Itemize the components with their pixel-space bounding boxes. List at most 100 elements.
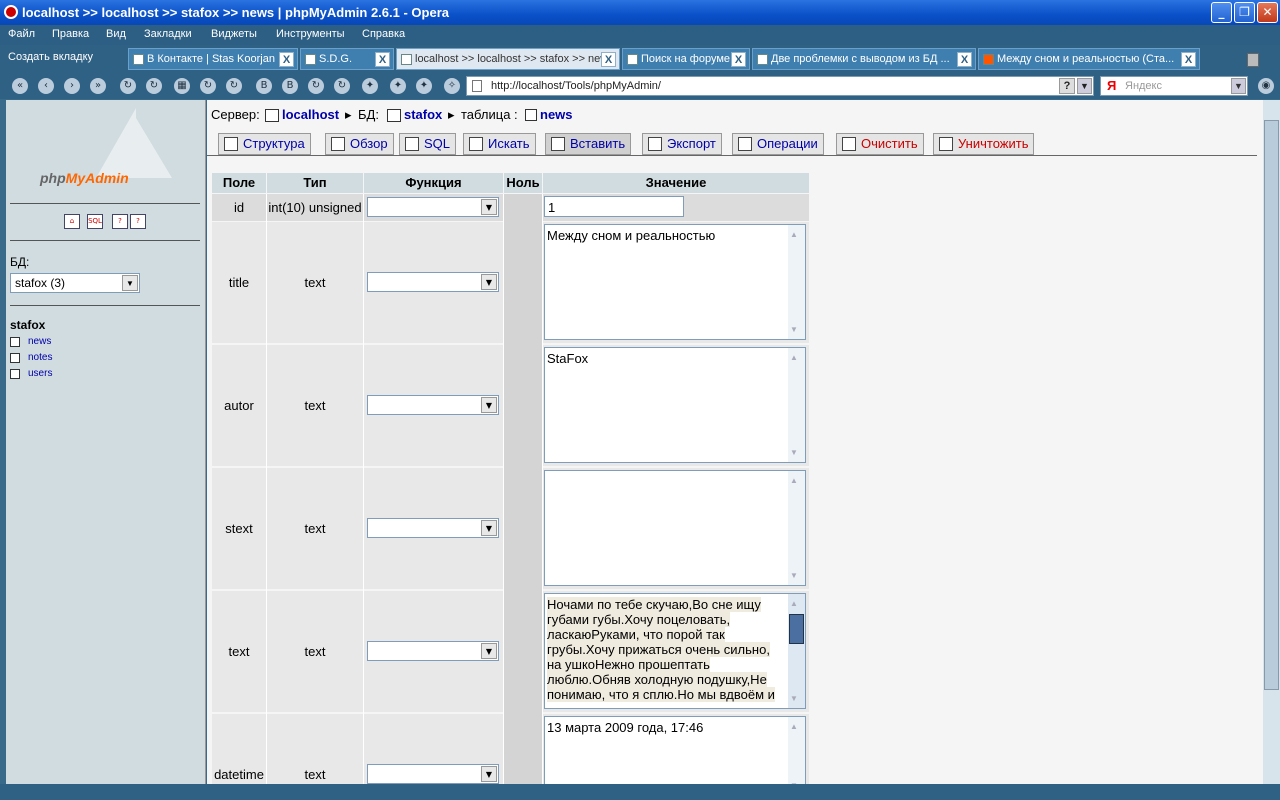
tab-problems[interactable]: Две проблемки с выводом из БД ... X <box>752 48 976 70</box>
chevron-down-icon[interactable]: ▼ <box>1231 78 1246 94</box>
back-icon[interactable]: ‹ <box>38 78 54 94</box>
chevron-down-icon[interactable]: ▼ <box>481 397 497 413</box>
textarea-scrollbar[interactable] <box>788 594 805 708</box>
tab-empty[interactable]: Очистить <box>836 133 924 155</box>
function-select-id[interactable]: ▼ <box>367 197 499 217</box>
textarea-scrollbar[interactable] <box>788 471 805 585</box>
breadcrumb-table[interactable]: news <box>540 107 573 122</box>
forward-icon[interactable]: › <box>64 78 80 94</box>
menu-widgets[interactable]: Виджеты <box>211 28 257 40</box>
scrollbar-thumb[interactable] <box>1264 120 1279 690</box>
chevron-down-icon[interactable]: ▼ <box>481 274 497 290</box>
chevron-down-icon[interactable]: ▼ <box>481 766 497 782</box>
help-icon[interactable]: ? <box>1059 78 1075 94</box>
help-icon[interactable]: ? <box>112 214 128 229</box>
chevron-down-icon[interactable]: ▼ <box>122 275 138 291</box>
menu-tools[interactable]: Инструменты <box>276 28 345 40</box>
page-scrollbar[interactable] <box>1263 100 1280 784</box>
wand-icon[interactable]: ✧ <box>444 78 460 94</box>
tab-search[interactable]: Искать <box>463 133 536 155</box>
bookmark-3-icon[interactable]: ✦ <box>416 78 432 94</box>
breadcrumb-server[interactable]: localhost <box>282 107 339 122</box>
function-select-title[interactable]: ▼ <box>367 272 499 292</box>
scrollbar-thumb[interactable] <box>789 614 804 644</box>
textarea-scrollbar[interactable] <box>788 225 805 339</box>
divider <box>10 203 200 204</box>
breadcrumb-db[interactable]: stafox <box>404 107 442 122</box>
tab-vkontakte[interactable]: В Контакте | Stas Koorjan X <box>128 48 298 70</box>
value-textarea-autor[interactable]: StaFox <box>544 347 806 463</box>
vk-bookmark-2-icon[interactable]: B <box>282 78 298 94</box>
menu-edit[interactable]: Правка <box>52 28 89 40</box>
textarea-scrollbar[interactable] <box>788 717 805 784</box>
table-icon <box>10 353 20 363</box>
reload-5-icon[interactable]: ↻ <box>334 78 350 94</box>
trash-icon[interactable] <box>1247 53 1259 67</box>
chevron-down-icon[interactable]: ▼ <box>481 643 497 659</box>
chevron-down-icon[interactable]: ▼ <box>1077 78 1092 94</box>
tab-sql[interactable]: SQL <box>399 133 457 155</box>
rewind-icon[interactable]: « <box>12 78 28 94</box>
refresh-icon[interactable]: ↻ <box>146 78 162 94</box>
textarea-scrollbar[interactable] <box>788 348 805 462</box>
function-select-stext[interactable]: ▼ <box>367 518 499 538</box>
db-select[interactable]: stafox (3) ▼ <box>10 273 140 293</box>
menu-file[interactable]: Файл <box>8 28 35 40</box>
grid-icon[interactable]: ▦ <box>174 78 190 94</box>
menu-view[interactable]: Вид <box>106 28 126 40</box>
value-textarea-text[interactable]: Ночами по тебе скучаю,Во сне ищу губами … <box>544 593 806 709</box>
close-tab-icon[interactable]: X <box>279 52 294 67</box>
field-name-text: text <box>228 644 250 659</box>
close-tab-icon[interactable]: X <box>601 52 616 67</box>
tab-browse[interactable]: Обзор <box>325 133 394 155</box>
value-textarea-title[interactable]: Между сном и реальностью <box>544 224 806 340</box>
address-bar[interactable]: http://localhost/Tools/phpMyAdmin/ ? ▼ <box>466 76 1094 96</box>
chevron-down-icon[interactable]: ▼ <box>481 199 497 215</box>
close-button[interactable]: ✕ <box>1257 2 1278 23</box>
function-select-autor[interactable]: ▼ <box>367 395 499 415</box>
tab-structure[interactable]: Структура <box>218 133 311 155</box>
vk-bookmark-icon[interactable]: B <box>256 78 272 94</box>
close-tab-icon[interactable]: X <box>957 52 972 67</box>
reload-icon[interactable]: ↻ <box>120 78 136 94</box>
reload-3-icon[interactable]: ↻ <box>226 78 242 94</box>
function-select-datetime[interactable]: ▼ <box>367 764 499 784</box>
value-text: Между сном и реальностью <box>547 228 716 243</box>
new-tab-button[interactable]: Создать вкладку <box>8 51 93 63</box>
close-tab-icon[interactable]: X <box>375 52 390 67</box>
tab-between-sleep[interactable]: Между сном и реальностью (Ста... X <box>978 48 1200 70</box>
table-link-news[interactable]: news <box>10 336 51 347</box>
value-textarea-datetime[interactable]: 13 марта 2009 года, 17:46 <box>544 716 806 784</box>
menu-help[interactable]: Справка <box>362 28 405 40</box>
bookmark-icon[interactable]: ✦ <box>362 78 378 94</box>
close-tab-icon[interactable]: X <box>731 52 746 67</box>
db-name[interactable]: stafox <box>10 318 45 332</box>
tab-forum-search[interactable]: Поиск на форуме X <box>622 48 750 70</box>
phpmyadmin-logo[interactable]: phpMyAdmin <box>40 170 129 186</box>
home-icon[interactable]: ⌂ <box>64 214 80 229</box>
maximize-button[interactable]: ❐ <box>1234 2 1255 23</box>
function-select-text[interactable]: ▼ <box>367 641 499 661</box>
tab-drop[interactable]: Уничтожить <box>933 133 1035 155</box>
table-link-notes[interactable]: notes <box>10 352 52 363</box>
tab-operations[interactable]: Операции <box>732 133 824 155</box>
sql-icon[interactable]: SQL <box>87 214 103 229</box>
close-tab-icon[interactable]: X <box>1181 52 1196 67</box>
table-link-users[interactable]: users <box>10 368 52 379</box>
tab-sdg[interactable]: S.D.G. X <box>300 48 394 70</box>
menu-bookmarks[interactable]: Закладки <box>144 28 192 40</box>
bookmark-2-icon[interactable]: ✦ <box>390 78 406 94</box>
chevron-down-icon[interactable]: ▼ <box>481 520 497 536</box>
minimize-button[interactable]: _ <box>1211 2 1232 23</box>
tab-insert[interactable]: Вставить <box>545 133 632 155</box>
value-textarea-stext[interactable] <box>544 470 806 586</box>
eye-icon[interactable]: ◉ <box>1258 78 1274 94</box>
tab-phpmyadmin[interactable]: localhost >> localhost >> stafox >> news… <box>396 48 620 70</box>
fast-forward-icon[interactable]: » <box>90 78 106 94</box>
reload-2-icon[interactable]: ↻ <box>200 78 216 94</box>
tab-export[interactable]: Экспорт <box>642 133 722 155</box>
reload-4-icon[interactable]: ↻ <box>308 78 324 94</box>
value-input-id[interactable]: 1 <box>544 196 684 217</box>
search-input[interactable]: Я Яндекс ▼ <box>1100 76 1248 96</box>
docs-icon[interactable]: ? <box>130 214 146 229</box>
